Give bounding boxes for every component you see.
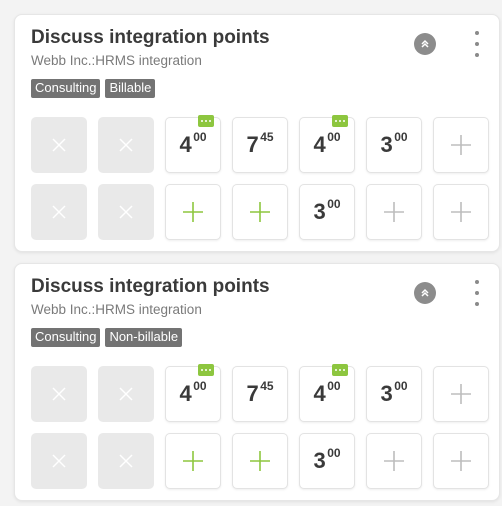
time-entry-cell[interactable]: 7 45 <box>232 117 288 173</box>
more-options-button[interactable] <box>469 278 485 308</box>
task-card: Discuss integration points Webb Inc.:HRM… <box>14 263 500 501</box>
time-entry-cell[interactable]: 3 00 <box>299 184 355 240</box>
disabled-day-cell <box>98 117 154 173</box>
time-row: 3 00 <box>31 433 489 489</box>
add-time-button[interactable] <box>165 184 221 240</box>
add-time-button[interactable] <box>433 117 489 173</box>
plus-icon <box>451 384 471 404</box>
tag-activity: Consulting <box>31 79 101 98</box>
plus-icon <box>250 202 270 222</box>
tag-billing: Billable <box>105 79 156 98</box>
comment-icon[interactable] <box>332 364 348 376</box>
plus-icon <box>451 135 471 155</box>
time-hours: 3 <box>380 381 394 406</box>
disabled-day-cell <box>31 366 87 422</box>
time-entry-cell[interactable]: 4 00 <box>165 115 221 173</box>
comment-icon[interactable] <box>198 115 214 127</box>
disabled-day-cell <box>31 433 87 489</box>
time-hours: 3 <box>313 199 327 224</box>
plus-icon <box>384 202 404 222</box>
add-time-button[interactable] <box>232 433 288 489</box>
add-time-button[interactable] <box>165 433 221 489</box>
time-row: 4 00 7 45 4 00 3 00 <box>31 115 489 173</box>
time-row: 3 00 <box>31 184 489 240</box>
comment-icon[interactable] <box>332 115 348 127</box>
disabled-day-cell <box>98 433 154 489</box>
time-minutes: 00 <box>394 379 408 393</box>
time-hours: 4 <box>179 381 193 406</box>
close-icon <box>52 205 66 219</box>
plus-icon <box>451 451 471 471</box>
time-grid: 4 00 7 45 4 00 3 00 3 00 <box>31 364 489 500</box>
close-icon <box>52 454 66 468</box>
task-title: Discuss integration points <box>31 27 270 48</box>
time-entry-cell[interactable]: 4 00 <box>299 364 355 422</box>
more-options-icon <box>475 31 479 35</box>
time-entry-cell[interactable]: 7 45 <box>232 366 288 422</box>
more-options-icon <box>475 280 479 284</box>
chevron-double-up-icon <box>421 288 429 297</box>
close-icon <box>119 387 133 401</box>
disabled-day-cell <box>98 366 154 422</box>
time-minutes: 00 <box>327 379 341 393</box>
tag-list: Consulting Non-billable <box>31 328 183 347</box>
time-minutes: 00 <box>193 379 207 393</box>
time-minutes: 00 <box>193 130 207 144</box>
add-time-button[interactable] <box>433 184 489 240</box>
add-time-button[interactable] <box>433 433 489 489</box>
disabled-day-cell <box>31 184 87 240</box>
project-name: Webb Inc.:HRMS integration <box>31 53 202 68</box>
comment-icon[interactable] <box>198 364 214 376</box>
time-minutes: 00 <box>327 130 341 144</box>
time-minutes: 45 <box>260 379 274 393</box>
plus-icon <box>250 451 270 471</box>
more-options-button[interactable] <box>469 29 485 59</box>
time-hours: 4 <box>313 381 327 406</box>
plus-icon <box>451 202 471 222</box>
time-minutes: 00 <box>327 446 341 460</box>
plus-icon <box>183 202 203 222</box>
close-icon <box>52 138 66 152</box>
disabled-day-cell <box>31 117 87 173</box>
task-title: Discuss integration points <box>31 276 270 297</box>
time-row: 4 00 7 45 4 00 3 00 <box>31 364 489 422</box>
project-name: Webb Inc.:HRMS integration <box>31 302 202 317</box>
time-hours: 7 <box>246 381 260 406</box>
time-hours: 3 <box>313 448 327 473</box>
time-minutes: 00 <box>327 197 341 211</box>
add-time-button[interactable] <box>366 433 422 489</box>
time-hours: 4 <box>313 132 327 157</box>
tag-activity: Consulting <box>31 328 101 347</box>
time-hours: 7 <box>246 132 260 157</box>
chevron-double-up-icon <box>421 39 429 48</box>
disabled-day-cell <box>98 184 154 240</box>
time-entry-cell[interactable]: 4 00 <box>299 115 355 173</box>
close-icon <box>119 138 133 152</box>
close-icon <box>52 387 66 401</box>
add-time-button[interactable] <box>433 366 489 422</box>
collapse-button[interactable] <box>414 33 436 55</box>
task-card: Discuss integration points Webb Inc.:HRM… <box>14 14 500 252</box>
time-hours: 3 <box>380 132 394 157</box>
close-icon <box>119 205 133 219</box>
plus-icon <box>183 451 203 471</box>
collapse-button[interactable] <box>414 282 436 304</box>
add-time-button[interactable] <box>232 184 288 240</box>
plus-icon <box>384 451 404 471</box>
time-entry-cell[interactable]: 4 00 <box>165 364 221 422</box>
time-entry-cell[interactable]: 3 00 <box>299 433 355 489</box>
close-icon <box>119 454 133 468</box>
tag-list: Consulting Billable <box>31 79 156 98</box>
add-time-button[interactable] <box>366 184 422 240</box>
time-minutes: 45 <box>260 130 274 144</box>
time-hours: 4 <box>179 132 193 157</box>
time-minutes: 00 <box>394 130 408 144</box>
time-entry-cell[interactable]: 3 00 <box>366 117 422 173</box>
time-entry-cell[interactable]: 3 00 <box>366 366 422 422</box>
time-grid: 4 00 7 45 4 00 3 00 3 00 <box>31 115 489 251</box>
tag-billing: Non-billable <box>105 328 183 347</box>
